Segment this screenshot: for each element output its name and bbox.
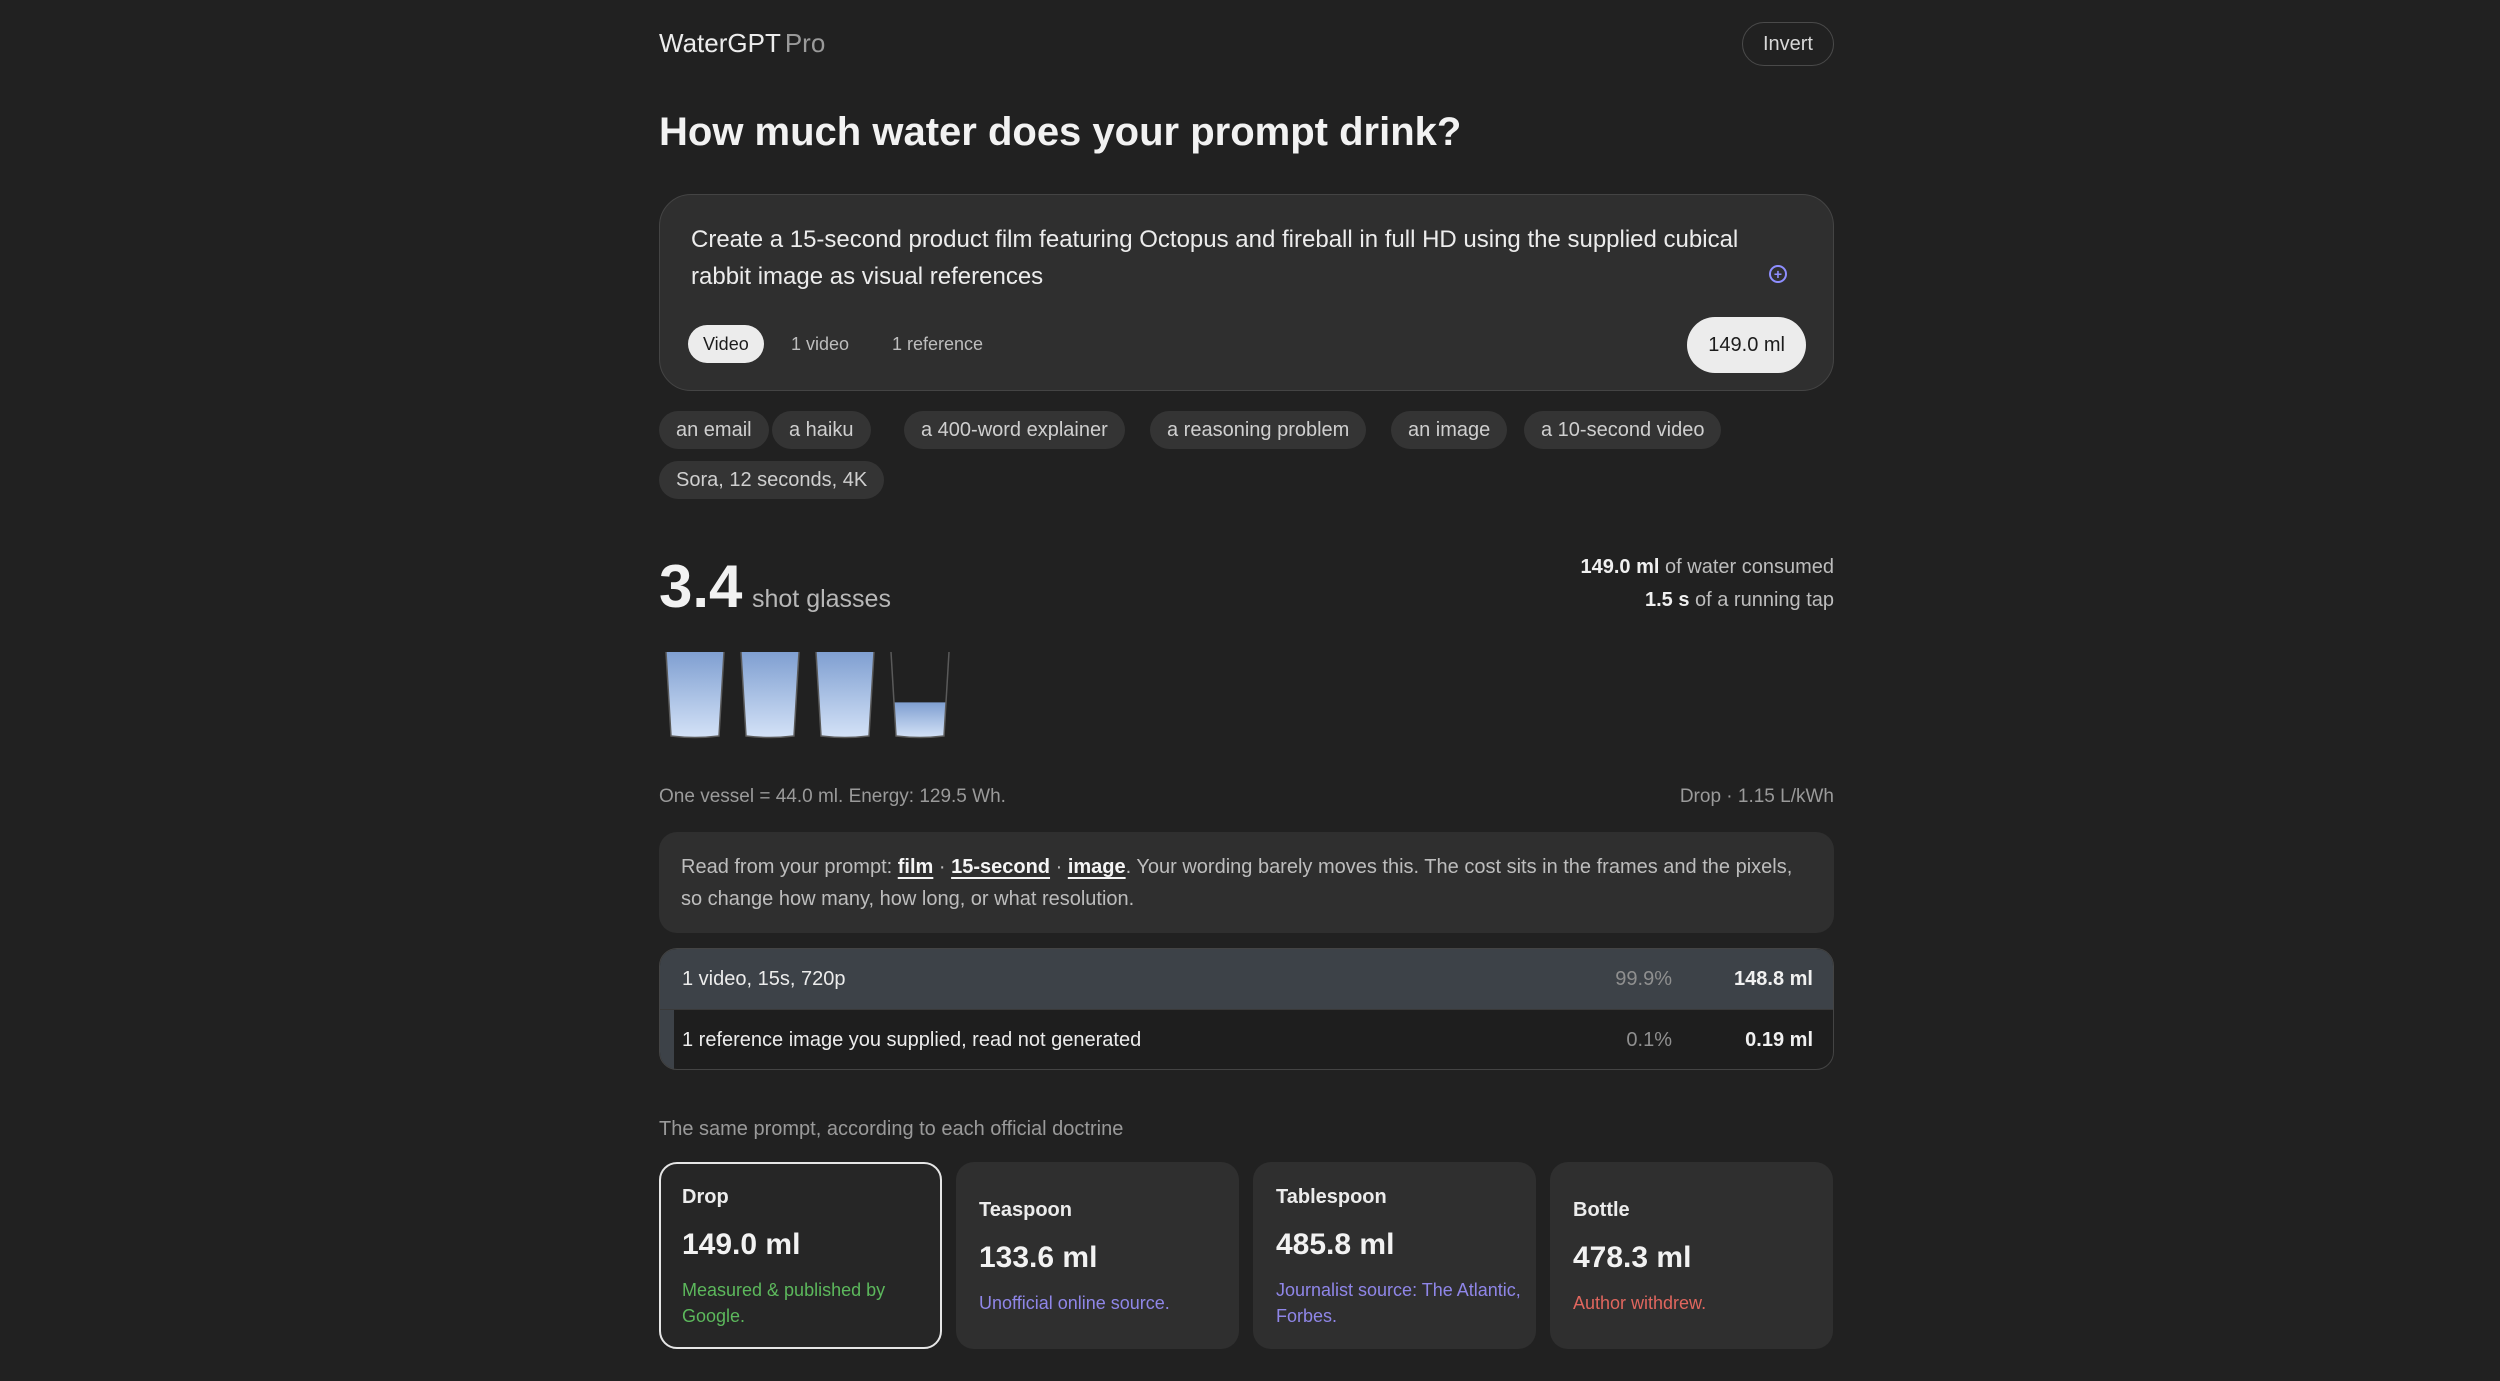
- shot-glasses-svg: [665, 651, 950, 739]
- doctrine-section-label: The same prompt, according to each offic…: [659, 1118, 1124, 1140]
- card-name: Teaspoon: [979, 1199, 1072, 1221]
- mode-pill[interactable]: Video: [688, 325, 764, 363]
- water-fill: [894, 702, 946, 738]
- water-fill: [666, 652, 724, 738]
- water-fill: [816, 652, 874, 738]
- doctrine-card-bottle[interactable]: Bottle 478.3 ml Author withdrew.: [1550, 1162, 1833, 1349]
- add-circle-icon[interactable]: +: [1769, 265, 1787, 283]
- doctrine-card-tablespoon[interactable]: Tablespoon 485.8 ml Journalist source: T…: [1253, 1162, 1536, 1349]
- tap-text: of a running tap: [1695, 589, 1834, 611]
- brand-suffix: Pro: [784, 28, 826, 58]
- brand-name: WaterGPT: [659, 28, 781, 58]
- consumed-stat: 149.0 ml of water consumed: [1581, 556, 1835, 579]
- row-value: 148.8 ml: [1734, 968, 1813, 990]
- vessel-unit: shot glasses: [752, 585, 891, 613]
- card-source: Author withdrew.: [1573, 1293, 1707, 1313]
- breakdown-table: 1 video, 15s, 720p 99.9% 148.8 ml 1 refe…: [659, 948, 1834, 1070]
- preset-chip[interactable]: a 10-second video: [1524, 411, 1722, 449]
- video-count: 1 video: [791, 334, 850, 354]
- card-value: 149.0 ml: [682, 1228, 801, 1261]
- brand-logo: WaterGPT Pro: [659, 28, 825, 59]
- keyword: 15-second: [951, 856, 1051, 878]
- keyword: image: [1067, 856, 1126, 878]
- card-value: 133.6 ml: [979, 1241, 1098, 1274]
- invert-button[interactable]: Invert: [1741, 22, 1834, 66]
- row-percent: 0.1%: [1626, 1029, 1672, 1051]
- prompt-analysis: Read from your prompt: film · 15-second …: [659, 832, 1834, 933]
- page-container: WaterGPT Pro Invert How much water does y…: [659, 0, 1834, 1381]
- analysis-prefix: Read from your prompt:: [681, 856, 898, 878]
- consumed-value: 149.0 ml: [1580, 556, 1660, 578]
- preset-chip[interactable]: an image: [1391, 411, 1508, 449]
- doctrine-card-teaspoon[interactable]: Teaspoon 133.6 ml Unofficial online sour…: [956, 1162, 1239, 1349]
- preset-chip[interactable]: an email: [659, 411, 769, 449]
- preset-chip[interactable]: a reasoning problem: [1150, 411, 1367, 449]
- card-name: Bottle: [1573, 1199, 1630, 1221]
- keyword-separator: ·: [933, 856, 952, 878]
- doctrine-card-drop[interactable]: Drop 149.0 ml Measured & published by Go…: [659, 1162, 942, 1349]
- shot-glasses: [659, 648, 979, 743]
- row-percent: 99.9%: [1615, 968, 1672, 990]
- consumed-text: of water consumed: [1665, 556, 1834, 578]
- preset-chip[interactable]: Sora, 12 seconds, 4K: [659, 461, 885, 499]
- card-value: 485.8 ml: [1276, 1228, 1395, 1261]
- shot-glass-icon: [815, 651, 875, 739]
- card-source: Journalist source: The Atlantic, Forbes.: [1276, 1280, 1521, 1326]
- shot-glass-icon: [740, 651, 800, 739]
- total-ml-pill[interactable]: 149.0 ml: [1687, 317, 1806, 373]
- page-title: How much water does your prompt drink?: [659, 110, 1462, 154]
- breakdown-row: 1 reference image you supplied, read not…: [660, 1009, 1833, 1069]
- prompt-box[interactable]: Create a 15-second product film featurin…: [659, 194, 1834, 391]
- card-value: 478.3 ml: [1573, 1241, 1692, 1274]
- doctrine-note: Drop · 1.15 L/kWh: [1679, 786, 1834, 807]
- breakdown-row: 1 video, 15s, 720p 99.9% 148.8 ml: [660, 949, 1833, 1009]
- card-source: Unofficial online source.: [979, 1293, 1170, 1313]
- share-bar: [660, 1010, 675, 1069]
- prompt-input[interactable]: Create a 15-second product film featurin…: [691, 221, 1761, 295]
- row-label: 1 video, 15s, 720p: [682, 968, 846, 990]
- tap-stat: 1.5 s of a running tap: [1645, 589, 1834, 612]
- vessel-note: One vessel = 44.0 ml. Energy: 129.5 Wh.: [659, 786, 1006, 807]
- card-name: Drop: [682, 1186, 729, 1208]
- water-fill: [741, 652, 799, 738]
- card-name: Tablespoon: [1276, 1186, 1387, 1208]
- keyword: film: [897, 856, 934, 878]
- card-source: Measured & published by Google.: [682, 1280, 886, 1326]
- reference-count: 1 reference: [892, 334, 984, 354]
- row-label: 1 reference image you supplied, read not…: [682, 1029, 1142, 1051]
- shot-glass-icon: [890, 651, 950, 739]
- shot-glass-icon: [665, 651, 725, 739]
- tap-value: 1.5 s: [1644, 589, 1690, 611]
- row-value: 0.19 ml: [1745, 1029, 1813, 1051]
- preset-chip[interactable]: a 400-word explainer: [904, 411, 1125, 449]
- preset-chip[interactable]: a haiku: [772, 411, 871, 449]
- header: WaterGPT Pro Invert: [659, 22, 1834, 66]
- keyword-separator: ·: [1050, 856, 1068, 878]
- vessel-count: 3.4: [659, 553, 743, 620]
